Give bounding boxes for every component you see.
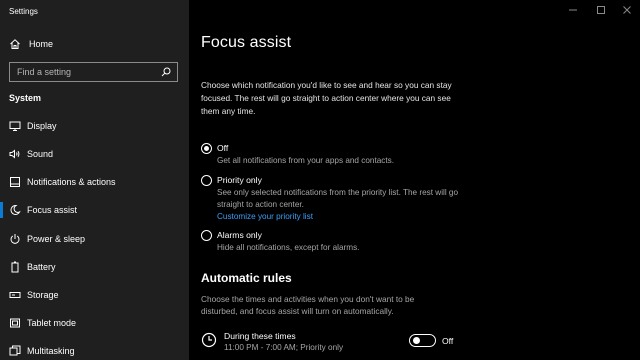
rule-subtitle: 11:00 PM - 7:00 AM; Priority only [224, 343, 344, 352]
option-subtitle: Hide all notifications, except for alarm… [217, 243, 360, 252]
storage-icon [9, 289, 21, 301]
radio-button[interactable] [201, 143, 212, 154]
option-subtitle: Get all notifications from your apps and… [217, 156, 395, 165]
sidebar-item-battery[interactable]: Battery [0, 257, 189, 277]
search-icon[interactable] [161, 67, 171, 77]
home-label: Home [29, 39, 54, 49]
battery-icon [9, 261, 21, 273]
close-button[interactable] [619, 4, 635, 16]
sidebar-item-label: Storage [27, 290, 59, 300]
power-icon [9, 233, 21, 245]
display-icon [9, 120, 21, 132]
sidebar-item-multitasking[interactable]: Multitasking [0, 341, 189, 360]
rule-toggle-switch[interactable] [409, 334, 436, 347]
radio-button[interactable] [201, 230, 212, 241]
sidebar-item-label: Sound [27, 149, 54, 159]
option-title: Priority only [217, 175, 262, 185]
radio-button[interactable] [201, 175, 212, 186]
sidebar-item-label: Battery [27, 262, 56, 272]
sidebar-item-label: Notifications & actions [27, 177, 116, 187]
sidebar-item-notifications[interactable]: Notifications & actions [0, 172, 189, 192]
sidebar-item-sound[interactable]: Sound [0, 144, 189, 164]
radio-dot [204, 146, 209, 151]
search-input[interactable] [17, 67, 161, 77]
focus-assist-icon [9, 204, 21, 216]
rule-title: During these times [224, 331, 296, 341]
option-title: Alarms only [217, 230, 262, 240]
search-box[interactable] [9, 62, 178, 82]
sidebar-item-focus-assist[interactable]: Focus assist [0, 200, 189, 220]
sidebar-item-tablet-mode[interactable]: Tablet mode [0, 313, 189, 333]
sidebar-item-power-sleep[interactable]: Power & sleep [0, 229, 189, 249]
sidebar-item-label: Power & sleep [27, 234, 86, 244]
multitasking-icon [9, 345, 21, 357]
sidebar-item-storage[interactable]: Storage [0, 285, 189, 305]
automatic-rules-title: Automatic rules [201, 271, 292, 285]
toggle-knob [413, 337, 420, 344]
radio-option-off[interactable]: Off Get all notifications from your apps… [201, 142, 462, 167]
option-title: Off [217, 143, 229, 153]
section-header-system: System [9, 93, 42, 103]
clock-icon [201, 332, 217, 348]
minimize-button[interactable] [565, 4, 581, 16]
notifications-icon [9, 176, 21, 188]
home-icon [9, 38, 21, 50]
sidebar-item-label: Focus assist [27, 205, 78, 215]
page-description: Choose which notification you'd like to … [201, 80, 452, 116]
sidebar: Settings Home System Display [0, 0, 189, 360]
close-icon [623, 6, 631, 14]
sound-icon [9, 148, 21, 160]
main-content: Focus assist Choose which notification y… [189, 0, 640, 360]
sidebar-item-label: Multitasking [27, 346, 75, 356]
tablet-mode-icon [9, 317, 21, 329]
sidebar-item-label: Tablet mode [27, 318, 77, 328]
sidebar-item-label: Display [27, 121, 57, 131]
maximize-button[interactable] [593, 4, 609, 16]
home-nav-item[interactable]: Home [9, 37, 53, 51]
maximize-icon [597, 6, 605, 14]
radio-option-alarms-only[interactable]: Alarms only Hide all notifications, exce… [201, 229, 462, 254]
option-subtitle: See only selected notifications from the… [217, 188, 459, 209]
radio-option-priority-only[interactable]: Priority only See only selected notifica… [201, 174, 462, 223]
app-title: Settings [9, 7, 38, 16]
minimize-icon [569, 9, 577, 11]
rule-during-these-times[interactable]: During these times 11:00 PM - 7:00 AM; P… [201, 330, 343, 354]
page-title: Focus assist [201, 34, 292, 51]
automatic-rules-description: Choose the times and activities when you… [201, 294, 415, 316]
sidebar-item-display[interactable]: Display [0, 116, 189, 136]
customize-priority-list-link[interactable]: Customize your priority list [217, 211, 462, 223]
toggle-state-label: Off [442, 336, 454, 346]
